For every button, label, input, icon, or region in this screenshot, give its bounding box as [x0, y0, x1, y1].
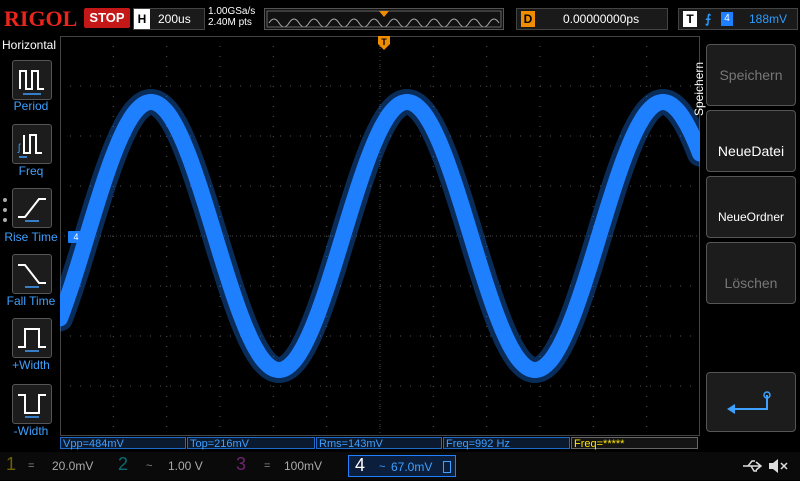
- channel-1-scale: 20.0mV: [52, 459, 94, 473]
- new-folder-button[interactable]: NeueOrdner: [706, 176, 796, 238]
- channel-3-status[interactable]: 3 = 100mV: [236, 454, 336, 477]
- measurement-freq[interactable]: Freq=992 Hz: [443, 437, 570, 450]
- channel-3-number: 3: [236, 454, 247, 474]
- channel-4-offset-marker[interactable]: 4: [68, 231, 84, 243]
- pos-width-label: +Width: [12, 358, 50, 372]
- delete-button[interactable]: Löschen: [706, 242, 796, 304]
- save-button[interactable]: Speichern: [706, 44, 796, 106]
- return-arrow-icon: [727, 391, 771, 414]
- run-stop-indicator[interactable]: STOP: [84, 8, 130, 28]
- neg-width-label: -Width: [13, 424, 49, 438]
- waveform-display[interactable]: T: [60, 36, 700, 436]
- trigger-source: 4: [721, 12, 733, 26]
- channel-1-coupling: =: [28, 460, 35, 472]
- rise-time-label: Rise Time: [4, 230, 58, 244]
- memory-depth: 2.40M pts: [208, 17, 252, 28]
- waveform-overview-icon: [266, 10, 502, 28]
- channel-3-coupling: =: [264, 460, 271, 472]
- acquisition-info: 1.00GSa/s 2.40M pts: [208, 6, 255, 28]
- fall-time-icon: [18, 264, 46, 288]
- page-dot: [3, 208, 7, 212]
- rise-time-icon: [18, 198, 46, 222]
- channel-1-status[interactable]: 1 = 20.0mV: [6, 454, 106, 477]
- measure-menu-title: Horizontal: [2, 38, 57, 52]
- channel-3-scale: 100mV: [284, 459, 323, 473]
- svg-text:ʃ: ʃ: [17, 143, 21, 154]
- rigol-logo: RIGOL: [4, 6, 78, 31]
- page-dot: [3, 198, 7, 202]
- save-menu-title-text: Speichern: [692, 61, 706, 116]
- measurement-vpp[interactable]: Vpp=484mV: [60, 437, 186, 450]
- channel-2-number: 2: [118, 454, 129, 474]
- trigger-box[interactable]: T ⨍ 4 188mV: [678, 8, 798, 30]
- fall-time-label: Fall Time: [6, 294, 56, 308]
- delay-box[interactable]: D 0.00000000ps: [516, 8, 668, 30]
- pos-width-button[interactable]: [12, 318, 52, 358]
- delay-label: D: [521, 11, 535, 27]
- usb-icon: [740, 456, 764, 476]
- neg-width-button[interactable]: [12, 384, 52, 424]
- measurement-rms[interactable]: Rms=143mV: [316, 437, 442, 450]
- channel-2-scale: 1.00 V: [168, 459, 203, 473]
- battery-icon: [443, 461, 451, 473]
- trigger-position-bar[interactable]: [264, 8, 504, 30]
- freq-icon: ʃ: [17, 134, 42, 158]
- rising-edge-icon: ⨍: [705, 12, 712, 26]
- trigger-marker-letter: T: [381, 37, 387, 47]
- channel-1-number: 1: [6, 454, 17, 474]
- channel-2-coupling: ~: [146, 460, 153, 472]
- trigger-label: T: [683, 11, 697, 27]
- channel-4-number: 4: [355, 455, 366, 475]
- channel-4-status[interactable]: 4 ~ 67.0mV: [348, 455, 456, 477]
- channel-4-coupling: ~: [379, 461, 386, 473]
- trigger-level: 188mV: [749, 12, 788, 26]
- period-icon: [19, 70, 44, 95]
- timebase-box[interactable]: H 200us: [133, 8, 205, 30]
- freq-button[interactable]: ʃ: [12, 124, 52, 164]
- timebase-value: 200us: [158, 12, 191, 26]
- period-button[interactable]: [12, 60, 52, 100]
- horizontal-label: H: [134, 9, 150, 29]
- period-label: Period: [13, 99, 49, 113]
- fall-time-button[interactable]: [12, 254, 52, 294]
- freq-label: Freq: [18, 164, 44, 178]
- pos-width-icon: [18, 328, 46, 352]
- delay-value: 0.00000000ps: [563, 12, 640, 26]
- neg-width-icon: [18, 394, 46, 418]
- sample-rate: 1.00GSa/s: [208, 6, 256, 17]
- measurement-top[interactable]: Top=216mV: [187, 437, 315, 450]
- rise-time-button[interactable]: [12, 188, 52, 228]
- channel-2-status[interactable]: 2 ~ 1.00 V: [118, 454, 218, 477]
- measurement-freq-extra[interactable]: Freq=*****: [571, 437, 698, 450]
- sound-muted-icon[interactable]: [766, 456, 790, 476]
- page-dot: [3, 218, 7, 222]
- channel-4-scale: 67.0mV: [391, 460, 433, 474]
- new-file-button[interactable]: NeueDatei: [706, 110, 796, 172]
- back-button[interactable]: [706, 372, 796, 432]
